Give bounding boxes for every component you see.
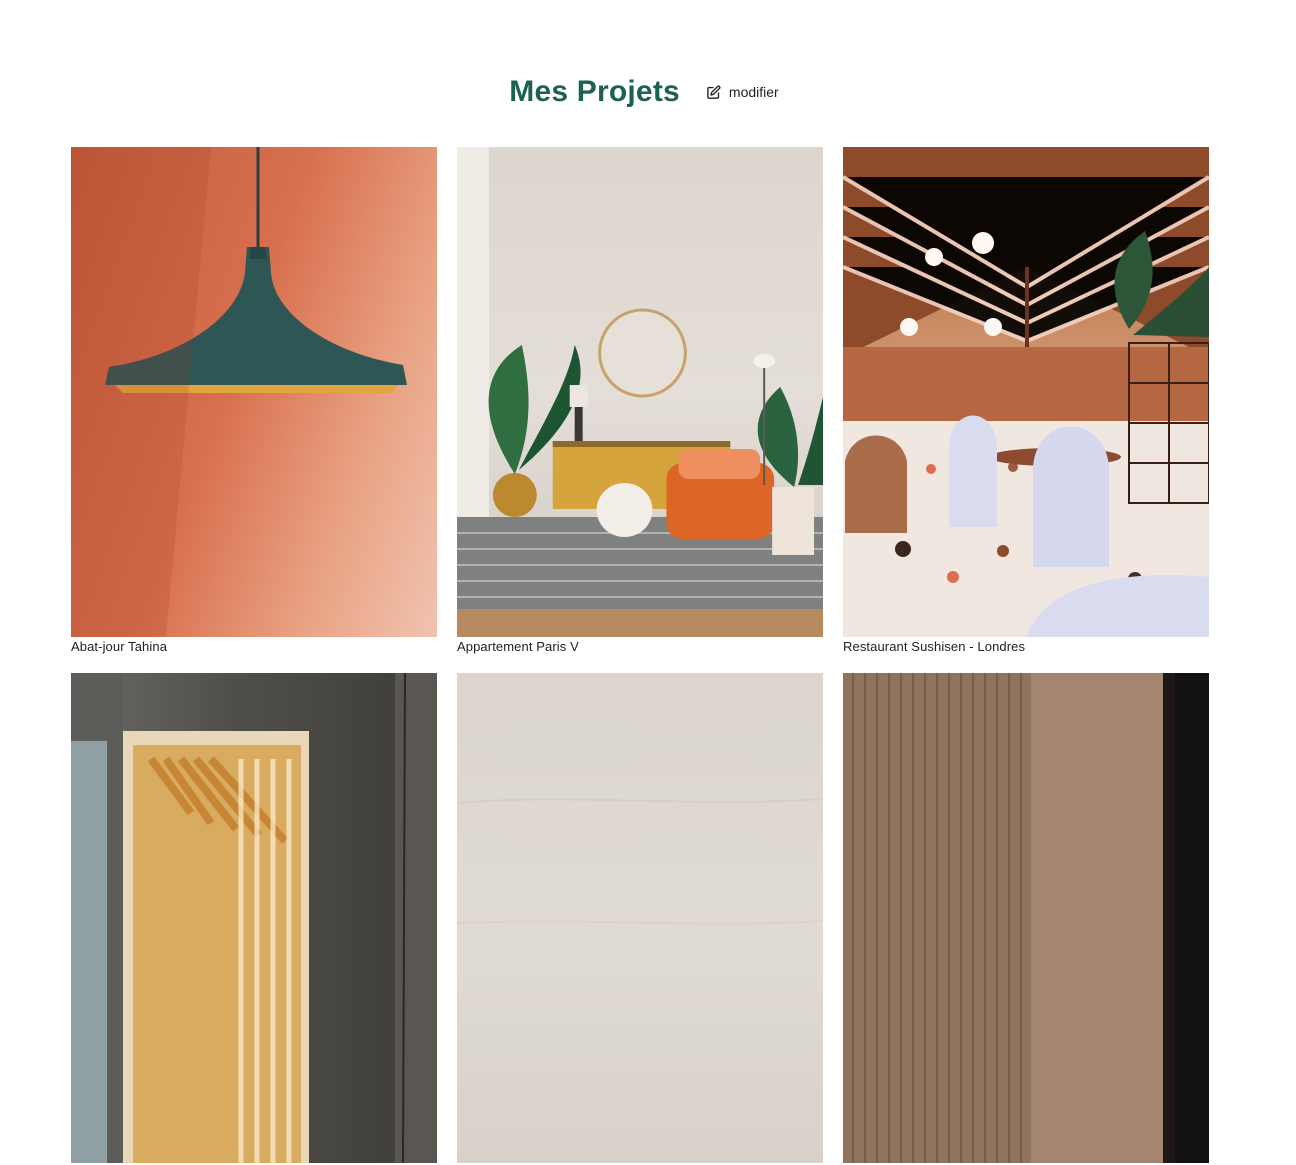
project-card[interactable] (71, 673, 437, 1165)
page-header: Mes Projets modifier (0, 72, 1296, 112)
edit-label: modifier (728, 84, 779, 100)
living-room-illustration (457, 147, 823, 637)
window-illustration (71, 673, 437, 1163)
project-card[interactable] (843, 673, 1209, 1165)
project-image-restaurant[interactable] (843, 147, 1209, 637)
project-caption: Restaurant Sushisen - Londres (843, 639, 1026, 654)
slat-wall-illustration (843, 673, 1209, 1163)
project-caption: Appartement Paris V (457, 639, 579, 654)
project-card[interactable] (457, 673, 823, 1165)
project-image-lamp[interactable] (71, 147, 437, 637)
edit-icon (707, 85, 721, 99)
projects-gallery: Abat-jour Tahina Appartement Paris V Res… (71, 147, 1211, 1165)
project-image-window[interactable] (71, 673, 437, 1163)
lamp-illustration (71, 147, 407, 637)
project-card[interactable]: Appartement Paris V (457, 147, 823, 655)
edit-button[interactable]: modifier (706, 83, 779, 101)
project-card[interactable]: Restaurant Sushisen - Londres (843, 147, 1209, 655)
project-caption: Abat-jour Tahina (71, 639, 168, 654)
page-title: Mes Projets (509, 75, 680, 108)
wall-illustration (457, 673, 823, 1163)
project-card[interactable]: Abat-jour Tahina (71, 147, 437, 655)
project-image-slats[interactable] (843, 673, 1209, 1163)
project-image-wall[interactable] (457, 673, 823, 1163)
project-image-apartment[interactable] (457, 147, 823, 637)
restaurant-illustration (843, 147, 1209, 637)
